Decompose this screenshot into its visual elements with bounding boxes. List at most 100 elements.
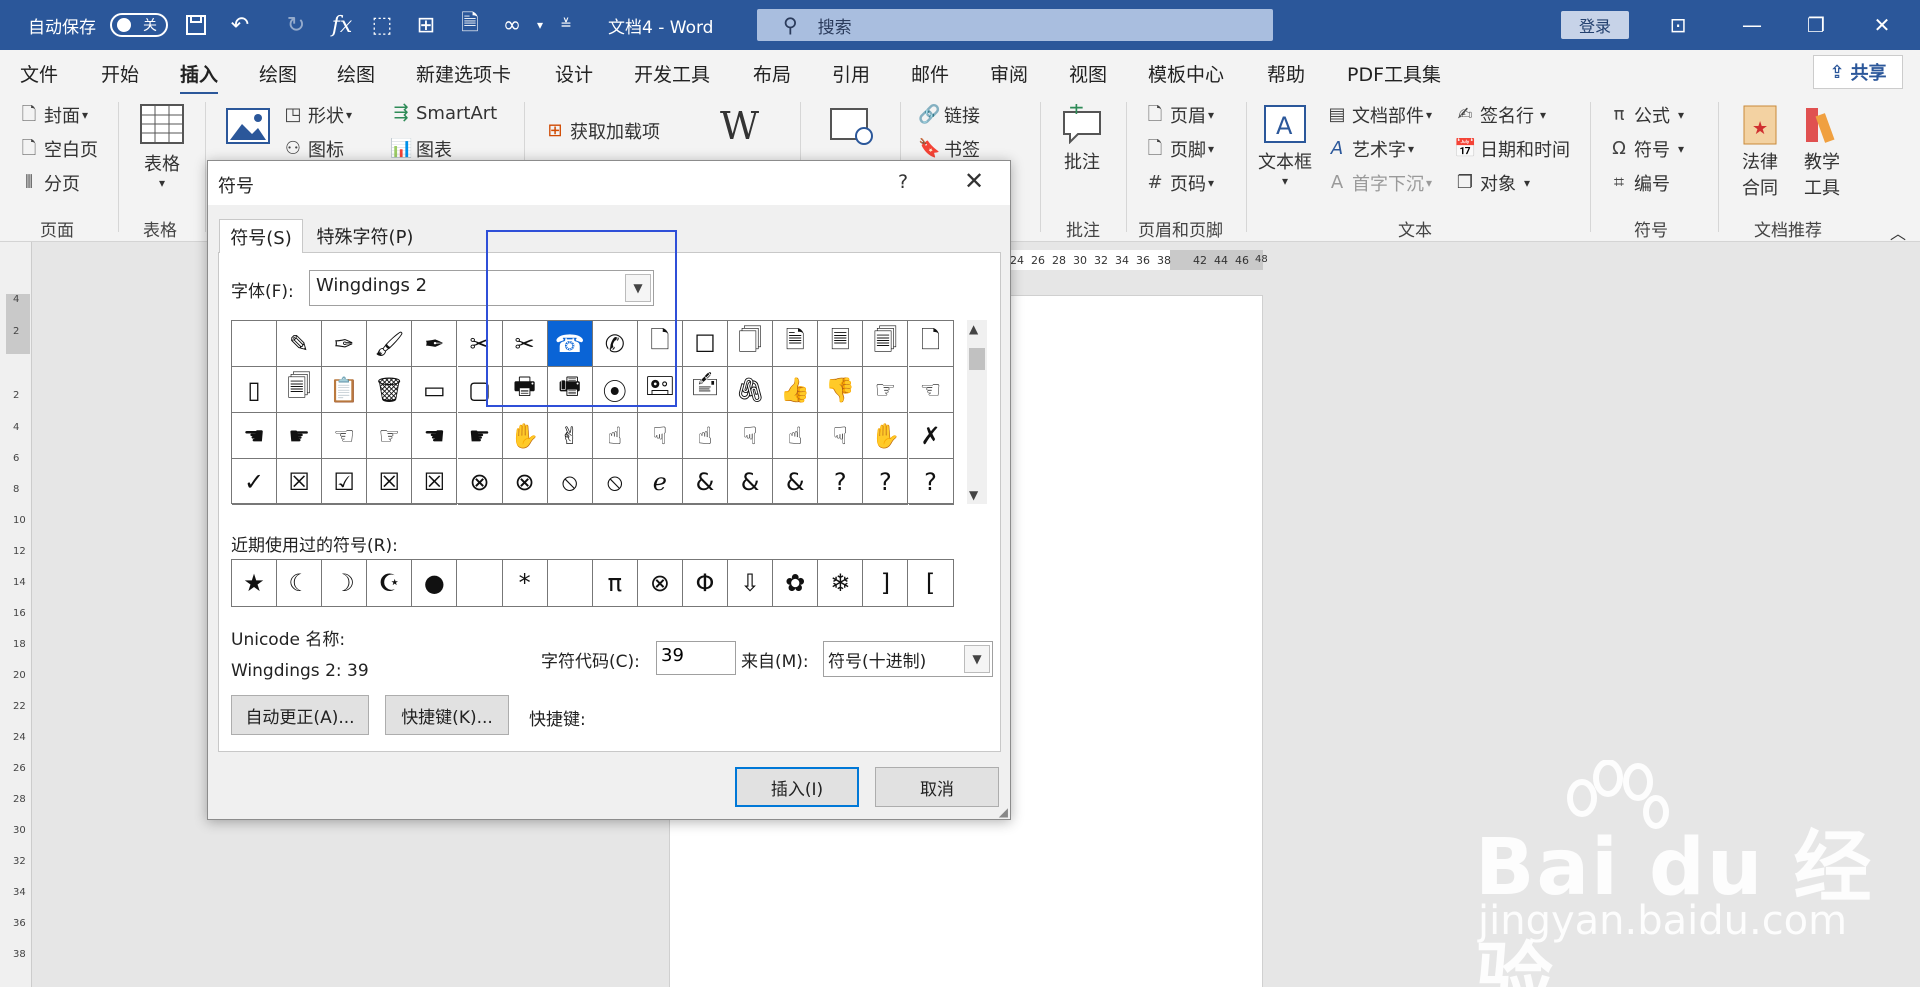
symbol-cell[interactable]: ✂ <box>502 321 548 367</box>
save-icon[interactable] <box>182 11 210 39</box>
object-button[interactable]: ❐ 对象 ▾ <box>1454 170 1530 196</box>
table-button[interactable]: 表格 ▾ <box>140 104 184 190</box>
icons-button[interactable]: ⚇ 图标 <box>282 136 344 162</box>
symbol-cell[interactable]: ☎ <box>547 321 593 367</box>
tab-home[interactable]: 开始 <box>101 60 139 87</box>
tab-developer[interactable]: 开发工具 <box>634 60 710 87</box>
symbol-cell[interactable]: 🖭 <box>637 367 683 413</box>
header-button[interactable]: 🗋 页眉 ▾ <box>1144 102 1214 128</box>
symbol-cell[interactable]: ☟ <box>637 413 683 459</box>
symbol-cell[interactable]: & <box>773 459 819 505</box>
symbol-cell[interactable]: 🗐 <box>863 321 909 367</box>
recent-symbol-cell[interactable]: ⇩ <box>728 560 774 606</box>
symbol-cell[interactable]: ? <box>818 459 864 505</box>
dropcap-button[interactable]: A 首字下沉 ▾ <box>1326 170 1432 196</box>
recent-symbol-cell[interactable]: ] <box>863 560 909 606</box>
symbol-cell[interactable]: ▭ <box>412 367 458 413</box>
recent-symbol-cell[interactable]: ❄ <box>818 560 864 606</box>
symbol-cell[interactable]: ☚ <box>412 413 458 459</box>
symbol-cell[interactable]: 🖆 <box>683 367 728 413</box>
share-button[interactable]: ⇪ 共享 <box>1813 55 1903 89</box>
recent-symbol-cell[interactable]: ● <box>412 560 458 606</box>
recent-symbol-cell[interactable] <box>548 560 593 606</box>
recent-symbol-cell[interactable]: [ <box>909 560 954 606</box>
recent-symbol-cell[interactable]: ☽ <box>322 560 368 606</box>
tab-layout[interactable]: 布局 <box>753 60 791 87</box>
symbol-cell[interactable]: ⦿ <box>592 367 638 413</box>
symbol-grid-scrollbar[interactable]: ▲ ▼ <box>967 320 987 504</box>
symbol-cell[interactable]: ☛ <box>457 413 503 459</box>
symbol-cell[interactable]: ☒ <box>367 459 413 505</box>
tab-pdf[interactable]: PDF工具集 <box>1347 60 1441 87</box>
chart-button[interactable]: 📊 图表 <box>390 136 452 162</box>
symbol-cell[interactable]: & <box>728 459 774 505</box>
symbol-cell[interactable]: ☞ <box>367 413 413 459</box>
symbol-cell[interactable]: ☑ <box>322 459 368 505</box>
tab-review[interactable]: 审阅 <box>990 60 1028 87</box>
symbol-button[interactable]: Ω 符号 ▾ <box>1608 136 1684 162</box>
symbol-cell[interactable]: ✆ <box>592 321 638 367</box>
from-select[interactable]: 符号(十进制) ▼ <box>823 641 993 677</box>
tab-insert[interactable]: 插入 <box>180 60 219 95</box>
number-button[interactable]: ⌗ 编号 <box>1608 170 1670 196</box>
symbol-cell[interactable]: ☝ <box>773 413 819 459</box>
legal-contract-button[interactable]: ★ 法律 合同 <box>1740 104 1780 200</box>
help-icon[interactable]: ? <box>898 171 908 193</box>
close-icon[interactable]: ✕ <box>1852 0 1912 50</box>
symbol-cell[interactable]: 🗍 <box>728 321 774 367</box>
quick-parts-button[interactable]: ▤ 文档部件 ▾ <box>1326 102 1432 128</box>
recent-symbol-cell[interactable]: ✿ <box>773 560 819 606</box>
autosave-toggle[interactable]: 关 <box>110 13 168 37</box>
symbol-cell[interactable]: 🖌 <box>367 321 413 367</box>
tab-file[interactable]: 文件 <box>20 60 58 87</box>
char-code-input[interactable]: 39 <box>656 641 736 675</box>
smartart-button[interactable]: ⇶ SmartArt <box>390 102 497 124</box>
symbol-cell[interactable]: ⊗ <box>457 459 503 505</box>
symbol-cell[interactable]: ℯ <box>637 459 683 505</box>
recent-symbol-cell[interactable]: ☾ <box>277 560 323 606</box>
tab-new[interactable]: 新建选项卡 <box>416 60 511 87</box>
symbol-cell[interactable]: ✗ <box>908 413 954 459</box>
recent-symbol-cell[interactable]: Φ <box>683 560 728 606</box>
signature-line-button[interactable]: ✍ 签名行 ▾ <box>1454 102 1546 128</box>
symbol-cell[interactable]: 🗋 <box>637 321 683 367</box>
insert-button[interactable]: 插入(I) <box>735 767 859 807</box>
symbol-cell[interactable]: ☒ <box>277 459 323 505</box>
search-box[interactable]: ⚲ 搜索 <box>757 9 1273 41</box>
pictures-icon[interactable] <box>226 108 270 144</box>
recent-symbol-cell[interactable]: * <box>503 560 548 606</box>
tab-symbols[interactable]: 符号(S) <box>219 219 303 253</box>
redo-icon[interactable]: ↻ <box>282 11 310 39</box>
minimize-icon[interactable]: — <box>1722 0 1782 50</box>
tab-special-characters[interactable]: 特殊字符(P) <box>305 219 425 253</box>
comment-button[interactable]: + 批注 <box>1060 104 1104 174</box>
symbol-cell[interactable]: ⦸ <box>547 459 593 505</box>
chevron-down-icon[interactable]: ▾ <box>526 11 554 39</box>
symbol-cell[interactable]: ⦸ <box>592 459 638 505</box>
symbol-cell[interactable]: 📋 <box>322 367 368 413</box>
symbol-cell[interactable]: ☝ <box>592 413 638 459</box>
symbol-cell[interactable]: & <box>683 459 728 505</box>
cancel-button[interactable]: 取消 <box>875 767 999 807</box>
symbol-cell[interactable]: ✂ <box>457 321 503 367</box>
get-addins-button[interactable]: ⊞ 获取加载项 <box>544 118 660 144</box>
symbol-cell[interactable]: 🗋 <box>908 321 954 367</box>
symbol-cell[interactable]: ☜ <box>908 367 954 413</box>
tab-references[interactable]: 引用 <box>832 60 870 87</box>
symbol-cell[interactable]: ? <box>863 459 909 505</box>
cover-button[interactable]: 🗋 封面 ▾ <box>18 102 88 128</box>
formula-icon[interactable]: fx <box>328 11 356 39</box>
recent-symbol-cell[interactable]: ⊗ <box>638 560 683 606</box>
infinity-icon[interactable]: ∞ <box>498 11 526 39</box>
symbol-cell[interactable]: 🖷 <box>547 367 593 413</box>
datetime-button[interactable]: 📅 日期和时间 <box>1454 136 1570 162</box>
login-button[interactable]: 登录 <box>1561 11 1629 39</box>
collapse-ribbon-icon[interactable]: ︿ <box>1890 220 1906 244</box>
tab-templates[interactable]: 模板中心 <box>1148 60 1224 87</box>
scroll-down-icon[interactable]: ▼ <box>969 488 978 502</box>
dialog-close-icon[interactable]: ✕ <box>964 167 984 195</box>
undo-icon[interactable]: ↶ <box>226 11 254 39</box>
select-icon[interactable]: ⬚ <box>368 11 396 39</box>
ribbon-display-icon[interactable]: ⊡ <box>1648 0 1708 50</box>
scroll-thumb[interactable] <box>969 348 985 370</box>
